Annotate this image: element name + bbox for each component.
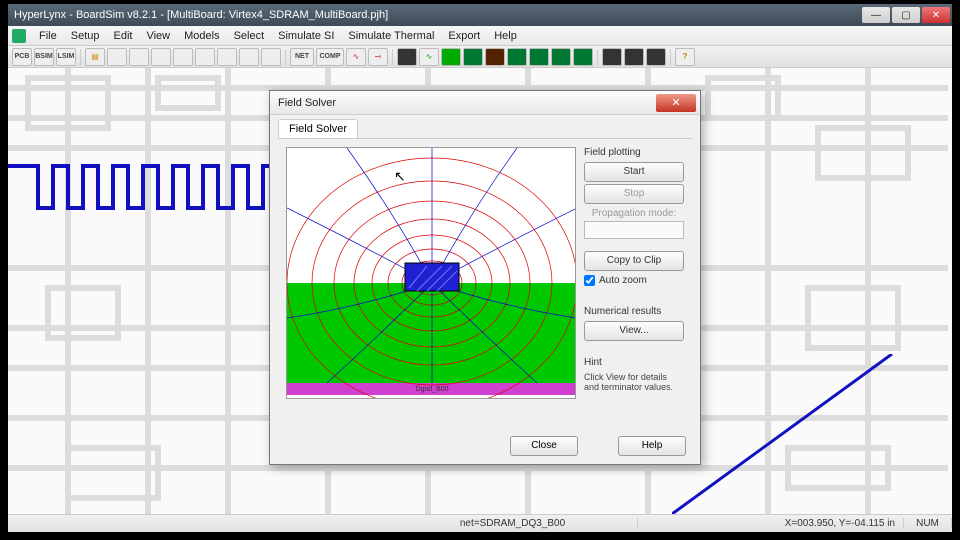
view-button[interactable]: View... <box>584 321 684 341</box>
app-icon <box>12 29 26 43</box>
numerical-results-label: Numerical results <box>584 306 684 317</box>
menu-simulate-si[interactable]: Simulate SI <box>271 30 341 42</box>
app-title: HyperLynx - BoardSim v8.2.1 - [MultiBoar… <box>14 9 388 21</box>
tool-btn15[interactable] <box>397 48 417 66</box>
dialog-close-button[interactable]: Close <box>510 436 578 456</box>
status-net: net=SDRAM_DQ3_B00 <box>388 518 638 529</box>
tool-btn10[interactable] <box>217 48 237 66</box>
menu-help[interactable]: Help <box>487 30 524 42</box>
tool-btn18[interactable] <box>463 48 483 66</box>
dialog-title: Field Solver <box>278 97 336 109</box>
menu-view[interactable]: View <box>139 30 177 42</box>
statusbar: net=SDRAM_DQ3_B00 X=003.950, Y=-04.115 i… <box>8 514 952 532</box>
auto-zoom-input[interactable] <box>584 275 595 286</box>
field-plotting-label: Field plotting <box>584 147 684 158</box>
tool-btn8[interactable] <box>173 48 193 66</box>
hint-label: Hint <box>584 357 684 368</box>
minimize-button[interactable]: — <box>862 7 890 23</box>
tool-btn26[interactable] <box>646 48 666 66</box>
tool-btn25[interactable] <box>624 48 644 66</box>
field-plot: Dgnd_B00 <box>286 147 576 399</box>
tool-btn16[interactable]: ∿ <box>419 48 439 66</box>
stop-button[interactable]: Stop <box>584 184 684 204</box>
tool-btn12[interactable] <box>261 48 281 66</box>
tool-btn22[interactable] <box>551 48 571 66</box>
hint-text: Click View for details and terminator va… <box>584 372 684 392</box>
status-coord: X=003.950, Y=-04.115 in <box>638 518 904 529</box>
tool-btn7[interactable] <box>151 48 171 66</box>
tool-btn20[interactable] <box>507 48 527 66</box>
dialog-titlebar: Field Solver ✕ <box>270 91 700 115</box>
tool-btn19[interactable] <box>485 48 505 66</box>
start-button[interactable]: Start <box>584 162 684 182</box>
menu-file[interactable]: File <box>32 30 64 42</box>
menu-simulate-thermal[interactable]: Simulate Thermal <box>341 30 441 42</box>
tool-btn17[interactable] <box>441 48 461 66</box>
propagation-mode-label: Propagation mode: <box>584 208 684 219</box>
tool-btn9[interactable] <box>195 48 215 66</box>
tool-btn5[interactable] <box>107 48 127 66</box>
tool-btn23[interactable] <box>573 48 593 66</box>
tool-lsim[interactable]: LSIM <box>56 48 76 66</box>
field-solver-dialog: Field Solver ✕ Field Solver <box>269 90 701 465</box>
status-num: NUM <box>904 518 952 529</box>
copy-to-clip-button[interactable]: Copy to Clip <box>584 251 684 271</box>
tool-net[interactable]: NET <box>290 48 314 66</box>
signal-trace <box>8 148 288 228</box>
tool-comp[interactable]: COMP <box>316 48 344 66</box>
titlebar: HyperLynx - BoardSim v8.2.1 - [MultiBoar… <box>8 4 952 26</box>
tab-field-solver[interactable]: Field Solver <box>278 119 358 138</box>
tool-wave-icon[interactable]: ∿ <box>346 48 366 66</box>
tool-res-icon[interactable]: ⊸ <box>368 48 388 66</box>
tool-pcb[interactable]: PCB <box>12 48 32 66</box>
dialog-close-icon[interactable]: ✕ <box>656 94 696 112</box>
menu-select[interactable]: Select <box>227 30 272 42</box>
menu-setup[interactable]: Setup <box>64 30 107 42</box>
close-button[interactable]: ✕ <box>922 7 950 23</box>
maximize-button[interactable]: ▢ <box>892 7 920 23</box>
menu-edit[interactable]: Edit <box>106 30 139 42</box>
plot-trace-label: Dgnd_B00 <box>415 386 448 393</box>
tool-btn11[interactable] <box>239 48 259 66</box>
tool-stack-icon[interactable]: ▤ <box>85 48 105 66</box>
signal-diag <box>672 354 952 514</box>
propagation-mode-combo[interactable] <box>584 221 684 239</box>
auto-zoom-checkbox[interactable]: Auto zoom <box>584 275 684 286</box>
menubar: File Setup Edit View Models Select Simul… <box>8 26 952 46</box>
tool-btn24[interactable] <box>602 48 622 66</box>
toolbar: PCB BSIM LSIM ▤ NET COMP ∿ ⊸ ∿ ? <box>8 46 952 68</box>
tool-btn6[interactable] <box>129 48 149 66</box>
menu-export[interactable]: Export <box>441 30 487 42</box>
menu-models[interactable]: Models <box>177 30 226 42</box>
tool-bsim[interactable]: BSIM <box>34 48 54 66</box>
help-icon[interactable]: ? <box>675 48 695 66</box>
tool-btn21[interactable] <box>529 48 549 66</box>
dialog-help-button[interactable]: Help <box>618 436 686 456</box>
